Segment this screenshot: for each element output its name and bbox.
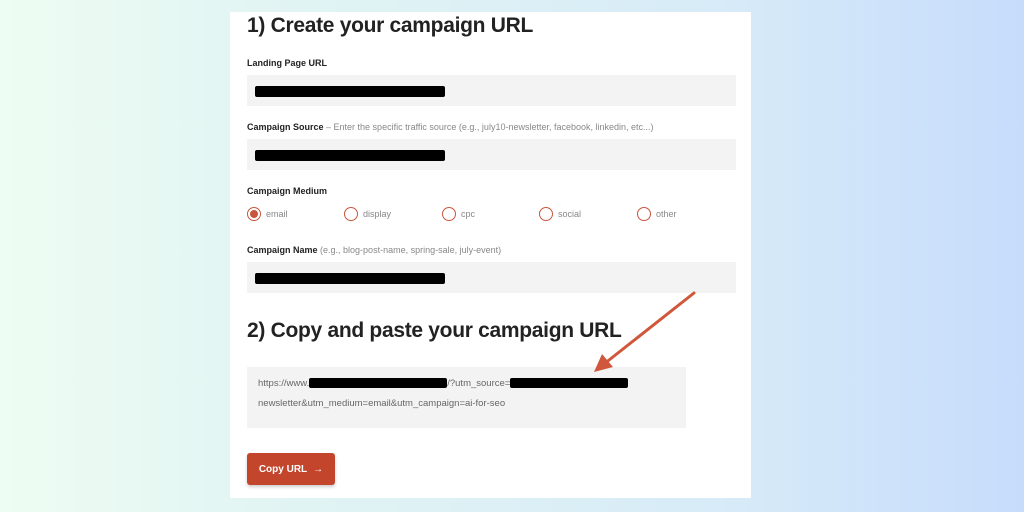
annotation-arrow-icon: [594, 291, 696, 372]
